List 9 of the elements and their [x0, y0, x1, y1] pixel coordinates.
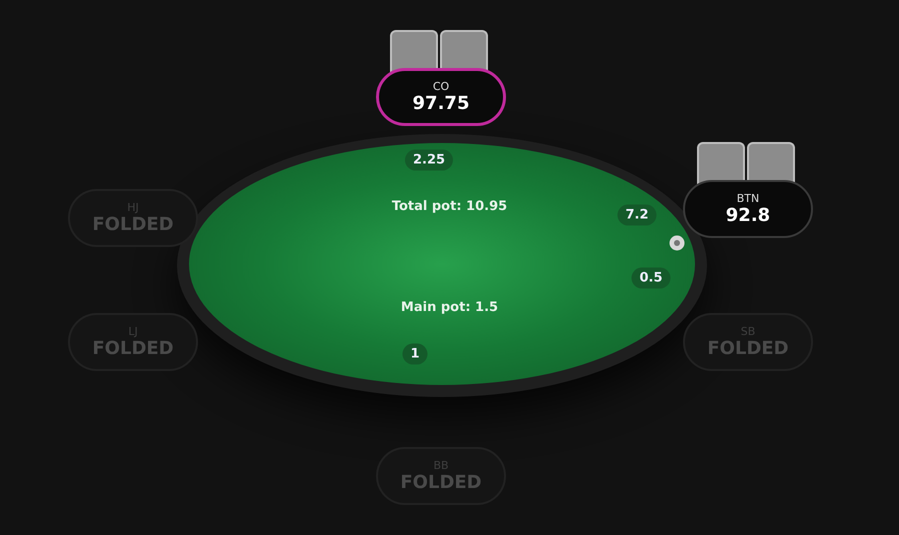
stack-amount: 97.75 — [412, 92, 470, 114]
stack-amount: 92.8 — [726, 204, 770, 226]
main-pot: Main pot: 1.5 — [400, 300, 498, 315]
total-pot: Total pot: 10.95 — [392, 199, 508, 214]
seat-position: CO — [432, 80, 450, 92]
player-seat[interactable]: BTN 92.8 — [683, 180, 813, 238]
bet-chip: 2.25 — [404, 150, 454, 170]
seat-position: BTN — [736, 192, 760, 204]
player-seat[interactable]: CO 97.75 — [376, 68, 506, 126]
